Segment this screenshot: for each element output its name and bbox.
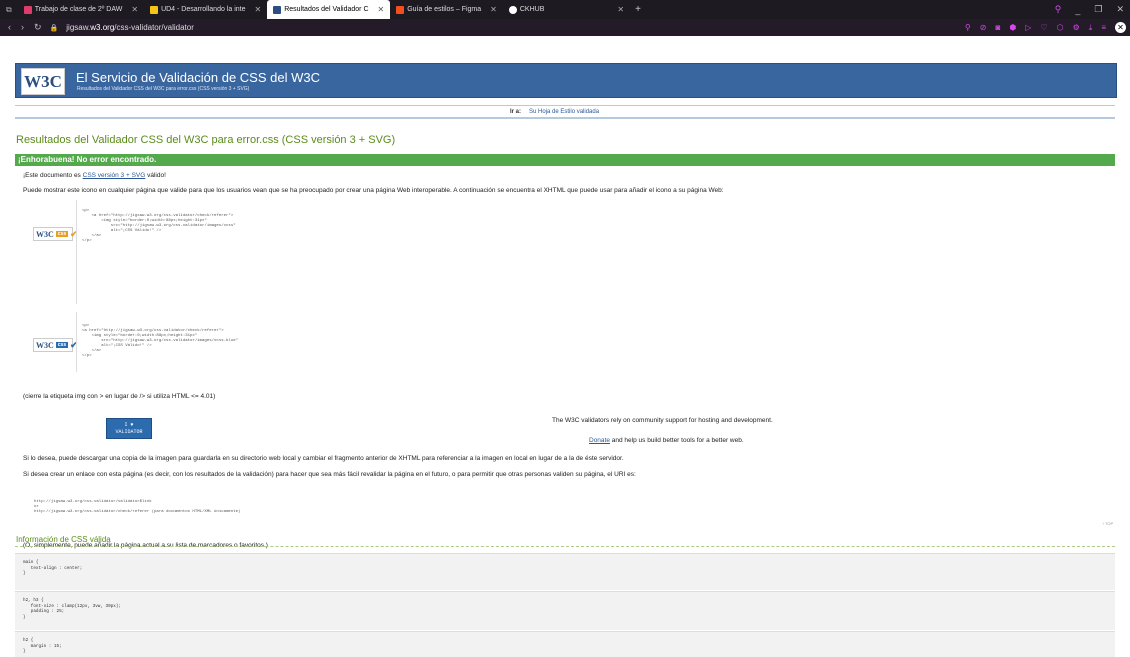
shield-icon[interactable]: ⬢ <box>1009 23 1016 32</box>
camera-icon[interactable]: ◙ <box>995 23 1000 32</box>
badge-code-snippet[interactable]: <p> <a href="http://jigsaw.w3.org/css-va… <box>82 209 236 244</box>
menu-icon[interactable]: ≡ <box>1101 23 1106 32</box>
banner-subtitle: Resultados del Validador CSS del W3C par… <box>77 86 250 92</box>
figma-favicon-icon <box>396 5 405 14</box>
tab-figma[interactable]: Guía de estilos – Figma ✕ <box>390 0 503 19</box>
minimize-icon[interactable]: _ <box>1075 5 1080 15</box>
close-tab-icon[interactable]: ✕ <box>131 5 138 14</box>
community-text: The W3C validators rely on community sup… <box>552 417 773 424</box>
banner-title: El Servicio de Validación de CSS del W3C <box>76 70 320 85</box>
code-divider <box>76 200 77 304</box>
close-window-icon[interactable]: ✕ <box>1116 4 1124 15</box>
heart-icon[interactable]: ♡ <box>1040 23 1047 32</box>
donate-rest: and help us build better tools for a bet… <box>609 437 744 444</box>
back-icon[interactable]: ‹ <box>8 22 11 33</box>
close-tab-icon[interactable]: ✕ <box>490 5 497 14</box>
badge-css-text: css <box>55 342 69 348</box>
close-tab-icon[interactable]: ✕ <box>617 5 624 14</box>
code-divider <box>76 312 77 372</box>
valid-line-before: ¡Este documento es <box>23 172 83 179</box>
reload-icon[interactable]: ↻ <box>34 22 42 33</box>
badge-css-text: css <box>55 231 69 237</box>
extensions-icon[interactable]: ⚙ <box>1073 23 1080 32</box>
results-title: Resultados del Validador CSS del W3C par… <box>16 134 396 146</box>
divider <box>15 546 1115 547</box>
lock-icon: 🔒 <box>49 24 59 32</box>
tab-ud4[interactable]: UD4 - Desarrollando la inte ✕ <box>144 0 267 19</box>
valid-line-after: válido! <box>145 172 166 179</box>
download-text: Si lo desea, puede descargar una copia d… <box>23 455 624 462</box>
icon-instructions: Puede mostrar este icono en cualquier pá… <box>23 187 724 194</box>
tab-label: CKHUB <box>519 6 545 13</box>
ckhub-favicon-icon <box>508 5 517 14</box>
tab-label: Guía de estilos – Figma <box>407 6 482 13</box>
close-tab-icon[interactable]: ✕ <box>255 5 262 14</box>
no-translate-icon[interactable]: ⊘ <box>980 23 987 32</box>
forward-icon[interactable]: › <box>21 22 24 33</box>
goto-nav: Ir a: Su Hoja de Estilo validada <box>510 109 599 115</box>
window-controls: ⚲ _ ❐ ✕ <box>1055 0 1124 19</box>
workspaces-icon: ⧉ <box>6 4 12 14</box>
css-rule: h2 { margin : 15; } <box>23 638 62 654</box>
url-prefix: jigsaw. <box>66 23 91 32</box>
valid-line: ¡Este documento es CSS versión 3 + SVG v… <box>23 172 166 179</box>
validator-button-line1: I ♥ <box>124 422 134 428</box>
top-link[interactable]: ↑ TOP <box>1102 521 1113 526</box>
cube-icon[interactable]: ⬡ <box>1057 23 1064 32</box>
url-domain: w3.org <box>90 23 115 32</box>
css-rule-block: h2 { margin : 15; } <box>15 631 1115 657</box>
w3c-logo[interactable]: W3C <box>21 68 65 95</box>
valid-css-title: Información de CSS válida <box>16 535 111 544</box>
browser-tab-bar: ⧉ Trabajo de clase de 2º DAW ✕ UD4 - Des… <box>0 0 1130 19</box>
uri-code[interactable]: http://jigsaw.w3.org/css-validator/valid… <box>34 500 240 515</box>
goto-label: Ir a: <box>510 109 522 115</box>
url-field[interactable]: jigsaw.w3.org/css-validator/validator <box>66 23 194 32</box>
divider <box>15 105 1115 106</box>
css-rule-block: h2, h3 { font-size : clamp(12px, 3vw, 30… <box>15 591 1115 630</box>
download-icon[interactable]: ⤓ <box>1089 23 1093 33</box>
badge-w3c-text: W3C <box>36 340 54 350</box>
classroom-favicon-icon <box>23 5 32 14</box>
donate-link[interactable]: Donate <box>589 437 610 444</box>
badge-w3c-text: W3C <box>36 229 54 239</box>
new-tab-icon[interactable]: + <box>635 4 641 15</box>
address-bar: ‹ › ↻ 🔒 jigsaw.w3.org/css-validator/vali… <box>0 19 1130 36</box>
tab-label: Trabajo de clase de 2º DAW <box>34 6 123 13</box>
search-icon[interactable]: ⚲ <box>1055 4 1062 15</box>
css-version-link[interactable]: CSS versión 3 + SVG <box>83 172 146 179</box>
browser-toolbar: ⚲ ⊘ ◙ ⬢ ▷ ♡ ⬡ ⚙ ⤓ ≡ ✕ <box>965 19 1126 36</box>
w3c-css-blue-badge: W3C css ✔ <box>33 338 78 352</box>
css-rule-block: main { text-align : center; } <box>15 553 1115 590</box>
css-rule: h2, h3 { font-size : clamp(12px, 3vw, 30… <box>23 598 121 620</box>
badge-blue-code-snippet[interactable]: <p> <a href="http://jigsaw.w3.org/css-va… <box>82 324 238 359</box>
page-content: W3C El Servicio de Validación de CSS del… <box>0 36 1130 657</box>
url-path: /css-validator/validator <box>114 23 194 32</box>
divider <box>15 117 1115 119</box>
tab-label: UD4 - Desarrollando la inte <box>161 6 246 13</box>
link-text: Si desea crear un enlace con esta página… <box>23 471 636 478</box>
w3c-favicon-icon <box>273 5 282 14</box>
search-page-icon[interactable]: ⚲ <box>965 23 971 32</box>
w3c-banner: W3C El Servicio de Validación de CSS del… <box>15 63 1117 98</box>
tab-classroom[interactable]: Trabajo de clase de 2º DAW ✕ <box>18 0 144 19</box>
w3c-css-badge: W3C css ✔ <box>33 227 78 241</box>
css-rule: main { text-align : center; } <box>23 560 83 576</box>
close-icon[interactable]: ✕ <box>1115 22 1126 33</box>
validator-button-line2: VALIDATOR <box>115 429 143 435</box>
donate-line: Donate and help us build better tools fo… <box>589 437 744 444</box>
tab-workspaces[interactable]: ⧉ <box>0 0 18 19</box>
img-note: (cierre la etiqueta img con > en lugar d… <box>23 393 216 400</box>
moodle-favicon-icon <box>150 5 159 14</box>
congrats-banner: ¡Enhorabuena! No error encontrado. <box>15 154 1115 166</box>
maximize-icon[interactable]: ❐ <box>1094 4 1102 15</box>
tab-ckhub[interactable]: CKHUB ✕ + <box>503 0 647 19</box>
close-tab-icon[interactable]: ✕ <box>378 5 385 14</box>
goto-stylesheet-link[interactable]: Su Hoja de Estilo validada <box>529 109 599 115</box>
play-icon[interactable]: ▷ <box>1025 23 1031 32</box>
i-love-validator-button[interactable]: I ♥ VALIDATOR <box>106 418 152 439</box>
tab-label: Resultados del Validador C <box>284 6 369 13</box>
tab-validator[interactable]: Resultados del Validador C ✕ <box>267 0 391 19</box>
